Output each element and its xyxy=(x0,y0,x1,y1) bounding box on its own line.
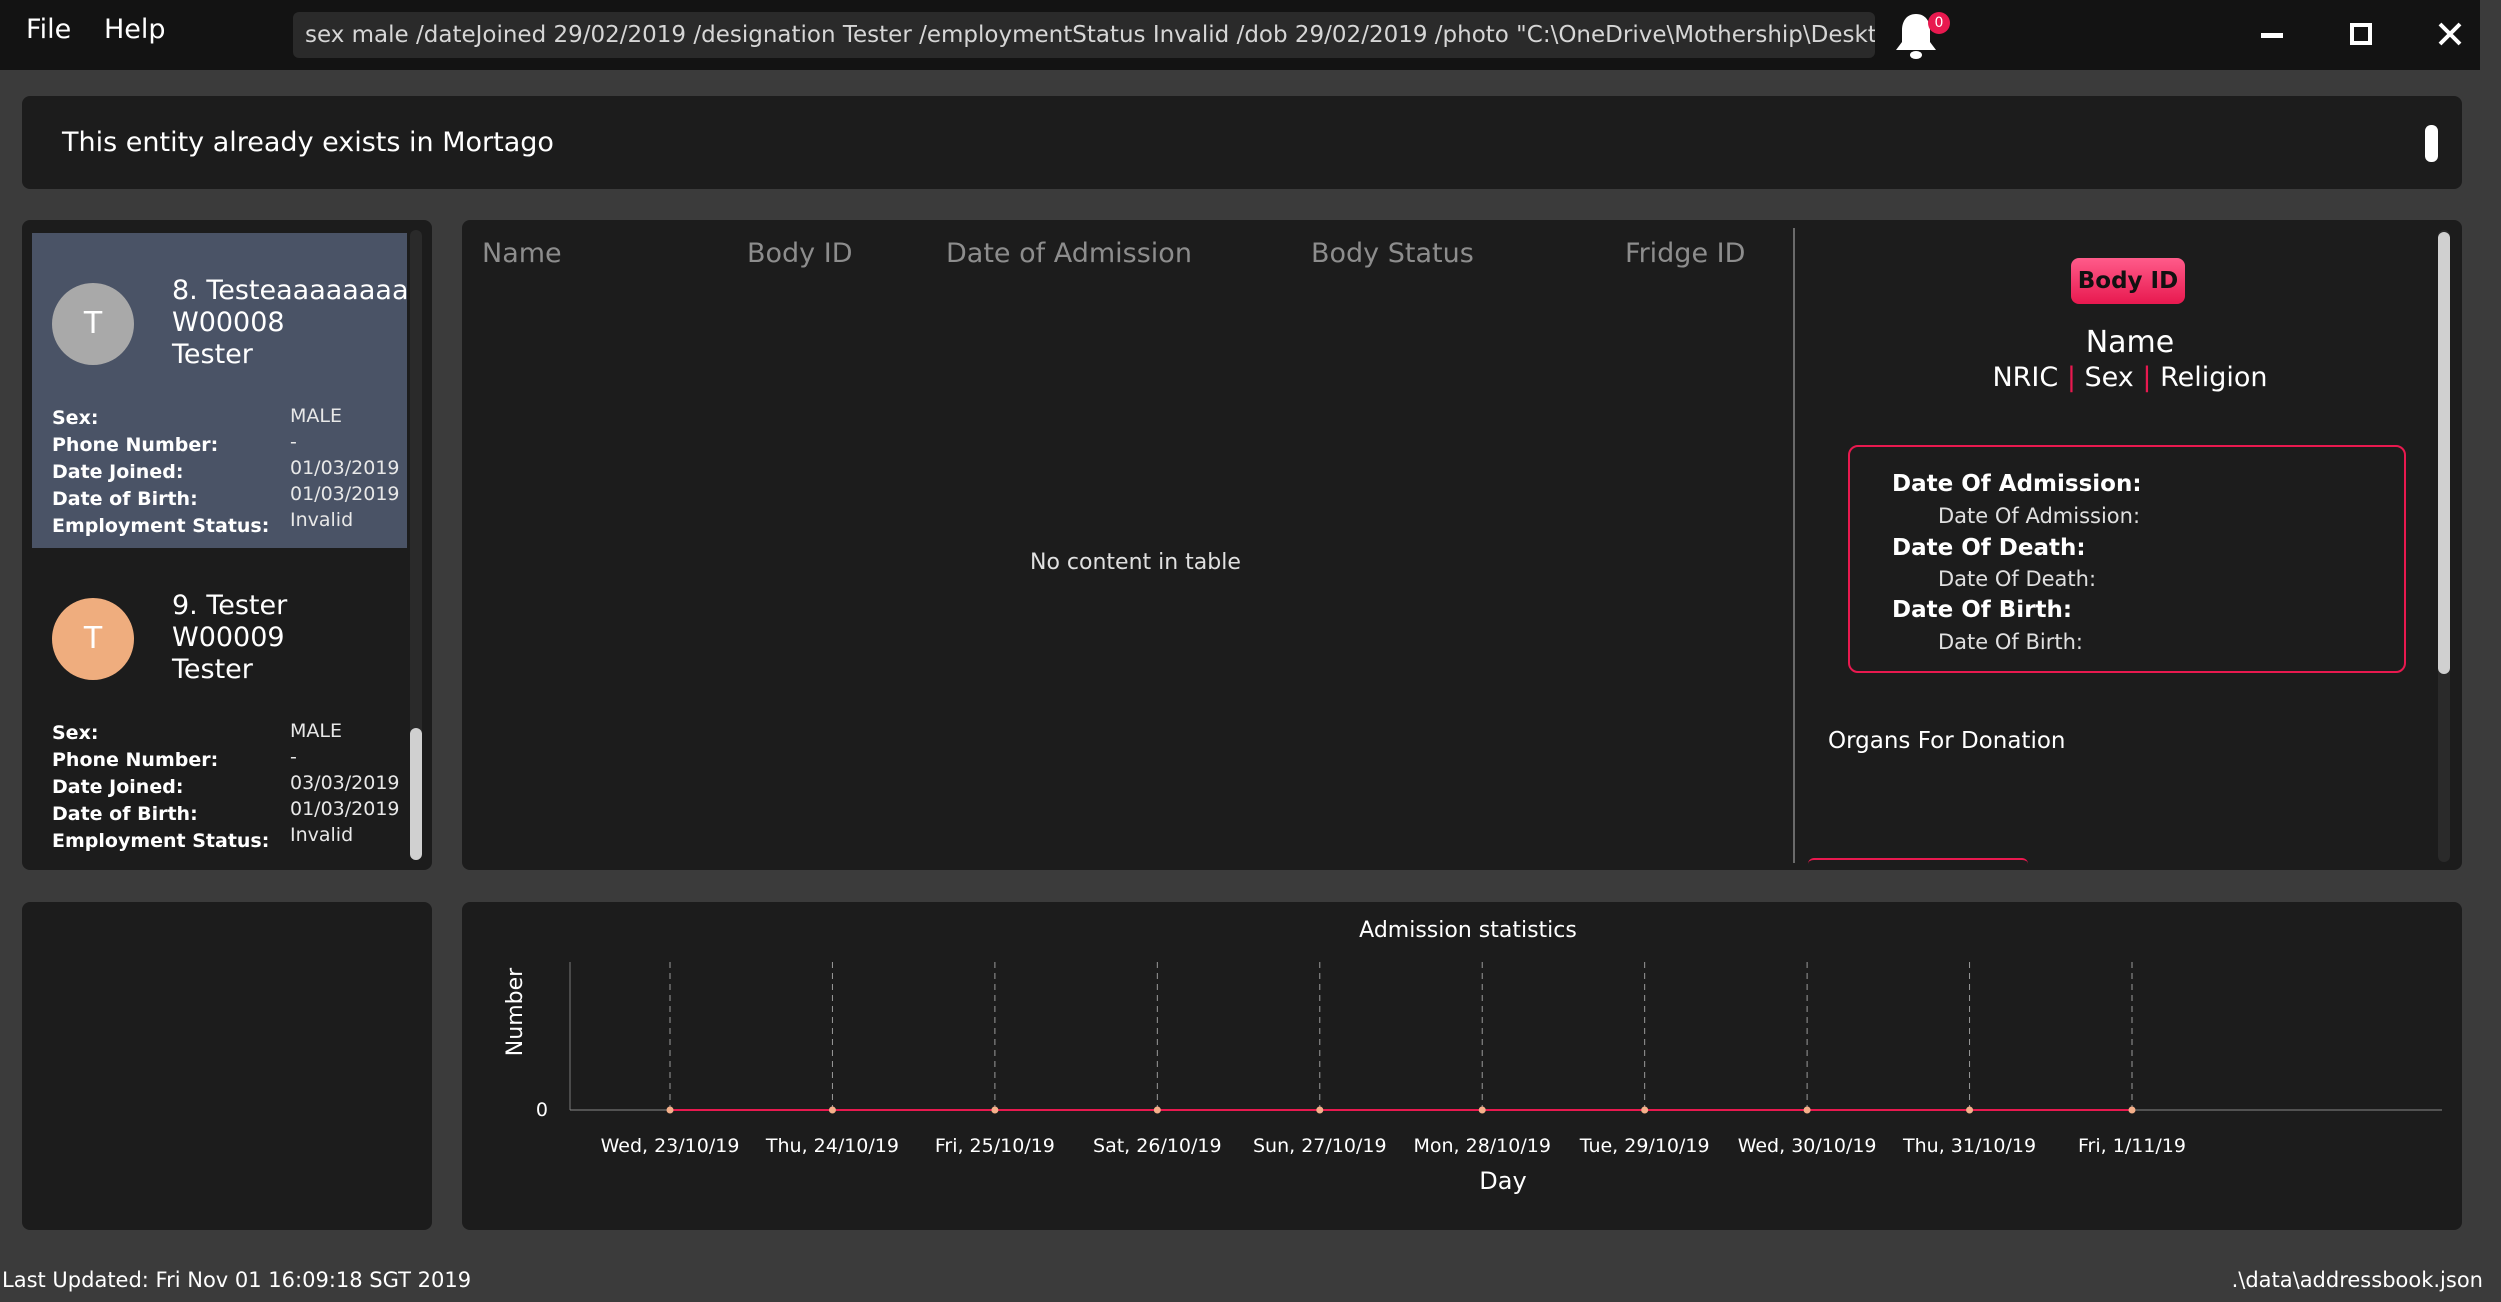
field-value-phone: - xyxy=(290,746,297,768)
detail-scroll-thumb[interactable] xyxy=(2438,232,2450,674)
admission-chart: Admission statistics Number Day 0 Wed, 2… xyxy=(503,918,2442,1195)
field-label-sex: Sex: xyxy=(52,722,99,744)
field-value-employment-status: Invalid xyxy=(290,509,354,531)
date-of-admission-value: Date Of Admission: xyxy=(1938,504,2141,528)
x-tick-labels: Wed, 23/10/19 Thu, 24/10/19 Fri, 25/10/19 S… xyxy=(601,1135,2186,1157)
y-tick-label: 0 xyxy=(536,1099,548,1121)
chart-grid xyxy=(669,962,2133,1110)
menu-help[interactable]: Help xyxy=(104,14,166,45)
field-label-employment-status: Employment Status: xyxy=(52,515,270,537)
x-tick-label: Tue, 29/10/19 xyxy=(1579,1135,1710,1157)
field-label-date-joined: Date Joined: xyxy=(52,461,184,483)
table-empty-message: No content in table xyxy=(1030,550,1241,575)
data-point xyxy=(1153,1106,1161,1114)
detail-name: Name xyxy=(2085,325,2175,360)
data-point xyxy=(1478,1106,1486,1114)
worker-designation: Tester xyxy=(172,339,253,370)
field-value-dob: 01/03/2019 xyxy=(290,483,400,505)
field-value-employment-status: Invalid xyxy=(290,824,354,846)
avatar: T xyxy=(52,598,134,680)
body-id-badge: Body ID xyxy=(2071,258,2185,304)
data-point xyxy=(1803,1106,1811,1114)
field-value-date-joined: 03/03/2019 xyxy=(290,772,400,794)
detail-religion: Religion xyxy=(2160,362,2268,393)
date-of-admission-label: Date Of Admission: xyxy=(1892,471,2142,497)
date-of-death-value: Date Of Death: xyxy=(1938,567,2097,591)
data-point xyxy=(666,1106,674,1114)
x-tick-label: Wed, 30/10/19 xyxy=(1738,1135,1877,1157)
field-value-date-joined: 01/03/2019 xyxy=(290,457,400,479)
x-tick-label: Sun, 27/10/19 xyxy=(1253,1135,1387,1157)
data-point xyxy=(1316,1106,1324,1114)
detail-sex: Sex xyxy=(2084,362,2134,393)
last-updated-text: Last Updated: Fri Nov 01 16:09:18 SGT 20… xyxy=(2,1268,472,1292)
menu-file[interactable]: File xyxy=(26,14,71,45)
worker-card[interactable]: T 9. Tester W00009 Tester Sex: Phone Num… xyxy=(32,548,407,863)
date-of-birth-label: Date Of Birth: xyxy=(1892,597,2073,623)
x-tick-label: Thu, 24/10/19 xyxy=(765,1135,899,1157)
notification-count-badge: 0 xyxy=(1928,12,1950,34)
y-axis-label: Number xyxy=(503,967,528,1056)
dates-box: Date Of Admission: Date Of Admission: Da… xyxy=(1848,445,2406,673)
data-point xyxy=(1641,1106,1649,1114)
date-of-death-label: Date Of Death: xyxy=(1892,535,2086,561)
field-value-sex: MALE xyxy=(290,405,342,427)
x-tick-label: Sat, 26/10/19 xyxy=(1093,1135,1222,1157)
column-header-body-status[interactable]: Body Status xyxy=(1311,238,1474,269)
organs-for-donation-label: Organs For Donation xyxy=(1828,728,2066,754)
field-value-sex: MALE xyxy=(290,720,342,742)
separator: | xyxy=(2142,362,2152,393)
minimize-icon xyxy=(2261,33,2283,38)
worker-name: 9. Tester xyxy=(172,590,288,621)
lower-left-panel xyxy=(22,902,432,1230)
detail-subtitle: NRIC | Sex | Religion xyxy=(1930,362,2330,393)
result-scrollbar[interactable] xyxy=(2425,125,2438,162)
field-value-phone: - xyxy=(290,431,297,453)
avatar: T xyxy=(52,283,134,365)
field-label-phone: Phone Number: xyxy=(52,434,219,456)
column-header-date-of-admission[interactable]: Date of Admission xyxy=(946,238,1192,269)
status-bar: Last Updated: Fri Nov 01 16:09:18 SGT 20… xyxy=(0,1262,2501,1302)
column-header-body-id[interactable]: Body ID xyxy=(747,238,853,269)
worker-list-scroll-thumb[interactable] xyxy=(410,728,422,860)
column-header-fridge-id[interactable]: Fridge ID xyxy=(1625,238,1745,269)
field-label-dob: Date of Birth: xyxy=(52,803,198,825)
save-location-text: .\data\addressbook.json xyxy=(2231,1268,2483,1292)
field-label-date-joined: Date Joined: xyxy=(52,776,184,798)
column-header-name[interactable]: Name xyxy=(482,238,562,269)
data-point xyxy=(1966,1106,1974,1114)
maximize-icon xyxy=(2350,23,2372,45)
field-label-employment-status: Employment Status: xyxy=(52,830,270,852)
data-point xyxy=(828,1106,836,1114)
organs-box-edge xyxy=(1808,858,2028,864)
worker-designation: Tester xyxy=(172,654,253,685)
split-divider[interactable] xyxy=(1793,228,1795,863)
data-point xyxy=(2128,1106,2136,1114)
x-axis-label: Day xyxy=(1479,1167,1526,1195)
minimize-button[interactable] xyxy=(2252,14,2292,54)
field-value-dob: 01/03/2019 xyxy=(290,798,400,820)
close-button[interactable] xyxy=(2430,14,2470,54)
command-input[interactable]: sex male /dateJoined 29/02/2019 /designa… xyxy=(293,12,1875,58)
detail-nric: NRIC xyxy=(1992,362,2059,393)
x-tick-label: Fri, 1/11/19 xyxy=(2078,1135,2186,1157)
x-tick-label: Fri, 25/10/19 xyxy=(935,1135,1055,1157)
x-tick-label: Thu, 31/10/19 xyxy=(1902,1135,2036,1157)
worker-id: W00009 xyxy=(172,622,285,653)
separator: | xyxy=(2066,362,2076,393)
result-display: This entity already exists in Mortago xyxy=(22,96,2462,189)
chart-title: Admission statistics xyxy=(1359,918,1577,943)
data-point xyxy=(991,1106,999,1114)
worker-name: 8. Testeaaaaaaaa xyxy=(172,275,409,306)
worker-card[interactable]: T 8. Testeaaaaaaaa W00008 Tester Sex: Ph… xyxy=(32,233,409,548)
field-label-sex: Sex: xyxy=(52,407,99,429)
x-tick-label: Mon, 28/10/19 xyxy=(1413,1135,1550,1157)
worker-id: W00008 xyxy=(172,307,285,338)
x-tick-label: Wed, 23/10/19 xyxy=(601,1135,740,1157)
close-icon xyxy=(2438,22,2462,46)
field-label-phone: Phone Number: xyxy=(52,749,219,771)
field-label-dob: Date of Birth: xyxy=(52,488,198,510)
date-of-birth-value: Date Of Birth: xyxy=(1938,630,2083,654)
maximize-button[interactable] xyxy=(2341,14,2381,54)
